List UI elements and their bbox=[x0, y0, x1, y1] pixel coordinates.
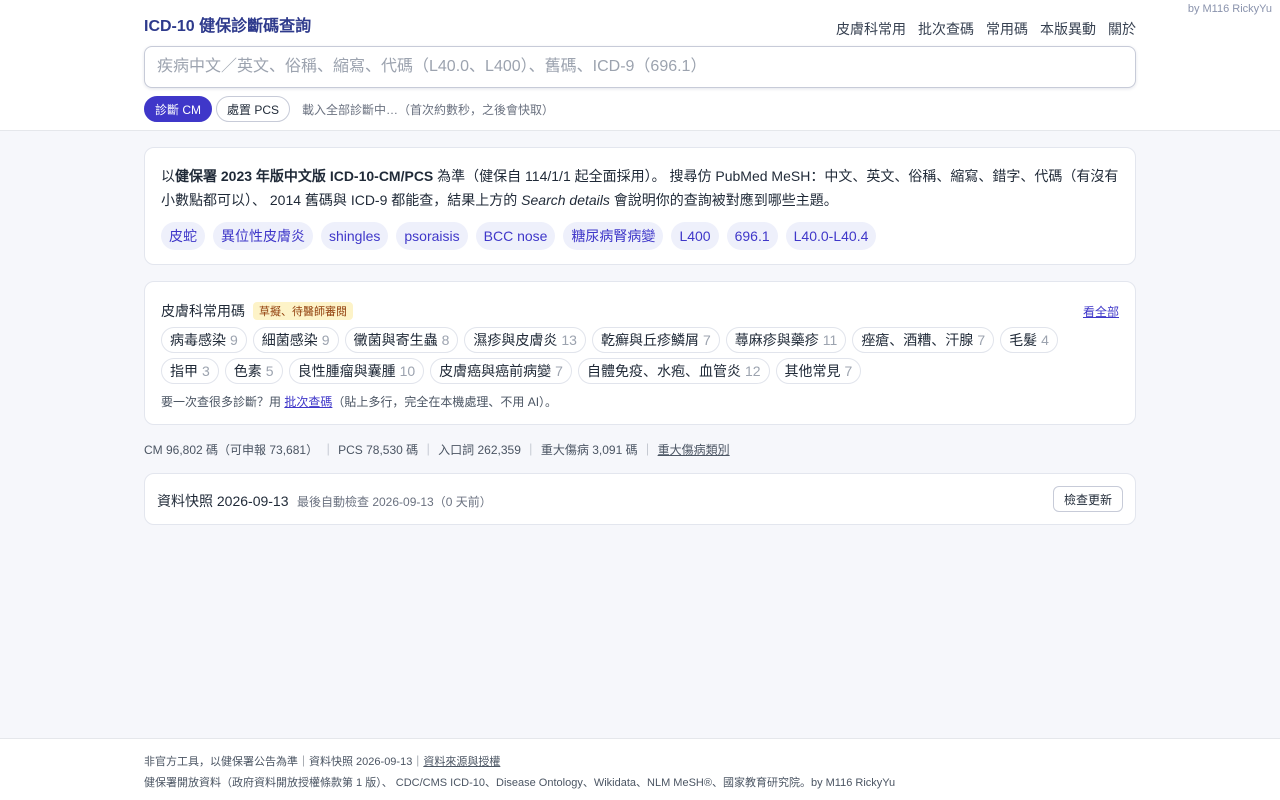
mode-switch: 診斷 CM 處置 PCS 載入全部診斷中…（首次約數秒，之後會快取） bbox=[144, 96, 554, 122]
intro-version: 健保署 2023 年版中文版 ICD-10-CM/PCS bbox=[175, 168, 434, 184]
category-count: 7 bbox=[555, 363, 563, 379]
example-chip[interactable]: psoraisis bbox=[396, 222, 468, 250]
category-count: 3 bbox=[202, 363, 210, 379]
category-chip[interactable]: 痤瘡、酒糟、汗腺 7 bbox=[852, 327, 995, 353]
intro-card: 以健保署 2023 年版中文版 ICD-10-CM/PCS 為準（健保自 114… bbox=[144, 147, 1136, 265]
byline: by M116 RickyYu bbox=[1187, 3, 1272, 15]
snapshot-last-check: 最後自動檢查 2026-09-13（0 天前） bbox=[297, 495, 492, 509]
nav-common-codes[interactable]: 常用碼 bbox=[986, 19, 1028, 39]
example-chip[interactable]: L400 bbox=[671, 222, 719, 250]
category-chip[interactable]: 其他常見 7 bbox=[775, 358, 862, 384]
nav-derm-common[interactable]: 皮膚科常用 bbox=[836, 19, 906, 39]
header: by M116 RickyYu ICD-10 健保診斷碼查詢 皮膚科常用 批次查… bbox=[0, 0, 1280, 131]
derm-header: 皮膚科常用碼 草擬、待醫師審閱 bbox=[161, 301, 353, 321]
stat-entry: 入口詞 262,359 bbox=[438, 443, 521, 457]
category-chip[interactable]: 色素 5 bbox=[224, 358, 283, 384]
page-title[interactable]: ICD-10 健保診斷碼查詢 bbox=[144, 12, 311, 36]
category-chip[interactable]: 良性腫瘤與囊腫 10 bbox=[288, 358, 425, 384]
example-chip[interactable]: BCC nose bbox=[475, 222, 556, 250]
loading-status: 載入全部診斷中…（首次約數秒，之後會快取） bbox=[302, 102, 555, 117]
category-count: 7 bbox=[844, 363, 853, 379]
derm-title: 皮膚科常用碼 bbox=[161, 303, 245, 319]
mode-cm-button[interactable]: 診斷 CM bbox=[144, 96, 212, 122]
category-count: 4 bbox=[1041, 332, 1049, 348]
category-count: 7 bbox=[977, 332, 986, 348]
intro-search-details: Search details bbox=[521, 192, 610, 208]
batch-hint: 要一次查很多診斷？用 批次查碼（貼上多行，完全在本機處理、不用 AI）。 bbox=[161, 395, 558, 409]
category-count: 8 bbox=[441, 332, 450, 348]
example-chip[interactable]: L40.0-L40.4 bbox=[785, 222, 877, 250]
footer-disclaimer: 非官方工具，以健保署公告為準｜資料快照 2026-09-13｜資料來源與授權 bbox=[144, 756, 501, 768]
category-chip[interactable]: 自體免疫、水疱、血管炎 12 bbox=[577, 358, 770, 384]
nav-about[interactable]: 關於 bbox=[1108, 19, 1136, 39]
derm-common-card: 皮膚科常用碼 草擬、待醫師審閱 看全部 病毒感染 9 細菌感染 9 黴菌與寄生蟲 8 … bbox=[144, 281, 1136, 425]
footer-credits: 健保署開放資料（政府資料開放授權條款第 1 版）、 CDC/CMS ICD-10… bbox=[144, 777, 896, 789]
category-chip[interactable]: 濕疹與皮膚炎 13 bbox=[464, 327, 586, 353]
snapshot-card: 資料快照 2026-09-13 最後自動檢查 2026-09-13（0 天前） … bbox=[144, 473, 1136, 525]
category-chip[interactable]: 黴菌與寄生蟲 8 bbox=[344, 327, 459, 353]
batch-lookup-link[interactable]: 批次查碼 bbox=[284, 395, 332, 409]
category-chip[interactable]: 皮膚癌與癌前病變 7 bbox=[430, 358, 572, 384]
top-nav: 皮膚科常用 批次查碼 常用碼 本版異動 關於 bbox=[836, 19, 1136, 39]
category-list: 病毒感染 9 細菌感染 9 黴菌與寄生蟲 8 濕疹與皮膚炎 13 乾癬與丘疹鱗屑 7 蕁麻… bbox=[161, 327, 1058, 389]
check-update-button[interactable]: 檢查更新 bbox=[1052, 486, 1123, 512]
example-chip[interactable]: 696.1 bbox=[726, 222, 778, 250]
category-chip[interactable]: 指甲 3 bbox=[161, 358, 219, 384]
category-chip[interactable]: 乾癬與丘疹鱗屑 7 bbox=[591, 327, 720, 353]
example-chip[interactable]: 糖尿病腎病變 bbox=[563, 222, 664, 250]
snapshot-title: 資料快照 2026-09-13 bbox=[157, 493, 289, 509]
category-chip[interactable]: 病毒感染 9 bbox=[161, 327, 247, 353]
nav-version-changes[interactable]: 本版異動 bbox=[1040, 19, 1096, 39]
category-count: 9 bbox=[321, 332, 330, 348]
category-count: 11 bbox=[822, 332, 838, 348]
category-count: 13 bbox=[561, 332, 577, 348]
example-chip[interactable]: 皮蛇 bbox=[161, 222, 205, 250]
category-count: 9 bbox=[230, 332, 238, 348]
mode-pcs-button[interactable]: 處置 PCS bbox=[216, 96, 291, 122]
category-count: 7 bbox=[702, 332, 711, 348]
example-chips: 皮蛇 異位性皮膚炎 shingles psoraisis BCC nose 糖尿… bbox=[161, 222, 1119, 250]
draft-badge: 草擬、待醫師審閱 bbox=[253, 302, 353, 320]
category-count: 12 bbox=[744, 363, 761, 379]
category-chip[interactable]: 毛髮 4 bbox=[1000, 327, 1058, 353]
footer: 非官方工具，以健保署公告為準｜資料快照 2026-09-13｜資料來源與授權 健… bbox=[0, 738, 1280, 800]
category-chip[interactable]: 細菌感染 9 bbox=[252, 327, 339, 353]
major-illness-link[interactable]: 重大傷病類別 bbox=[658, 441, 730, 458]
see-all-link[interactable]: 看全部 bbox=[1083, 303, 1119, 320]
category-row: 病毒感染 9 細菌感染 9 黴菌與寄生蟲 8 濕疹與皮膚炎 13 乾癬與丘疹鱗屑 7 蕁麻… bbox=[161, 327, 1058, 353]
stat-cm: CM 96,802 碼（可申報 73,681） bbox=[144, 443, 319, 457]
category-count: 5 bbox=[265, 363, 274, 379]
category-chip[interactable]: 蕁麻疹與藥疹 11 bbox=[725, 327, 847, 353]
search-input[interactable] bbox=[144, 46, 1136, 88]
intro-text: 以健保署 2023 年版中文版 ICD-10-CM/PCS 為準（健保自 114… bbox=[161, 168, 1119, 208]
example-chip[interactable]: shingles bbox=[321, 222, 389, 250]
category-count: 10 bbox=[399, 363, 416, 379]
example-chip[interactable]: 異位性皮膚炎 bbox=[213, 222, 313, 250]
nav-batch-lookup[interactable]: 批次查碼 bbox=[918, 19, 974, 39]
category-row: 指甲 3 色素 5 良性腫瘤與囊腫 10 皮膚癌與癌前病變 7 自體免疫、水疱、血管炎 1… bbox=[161, 358, 1058, 384]
stat-major: 重大傷病 3,091 碼 bbox=[540, 443, 638, 457]
stat-pcs: PCS 78,530 碼 bbox=[338, 443, 419, 457]
stats-bar: CM 96,802 碼（可申報 73,681）｜ PCS 78,530 碼｜ 入… bbox=[144, 441, 730, 458]
data-source-link[interactable]: 資料來源與授權 bbox=[423, 756, 500, 768]
